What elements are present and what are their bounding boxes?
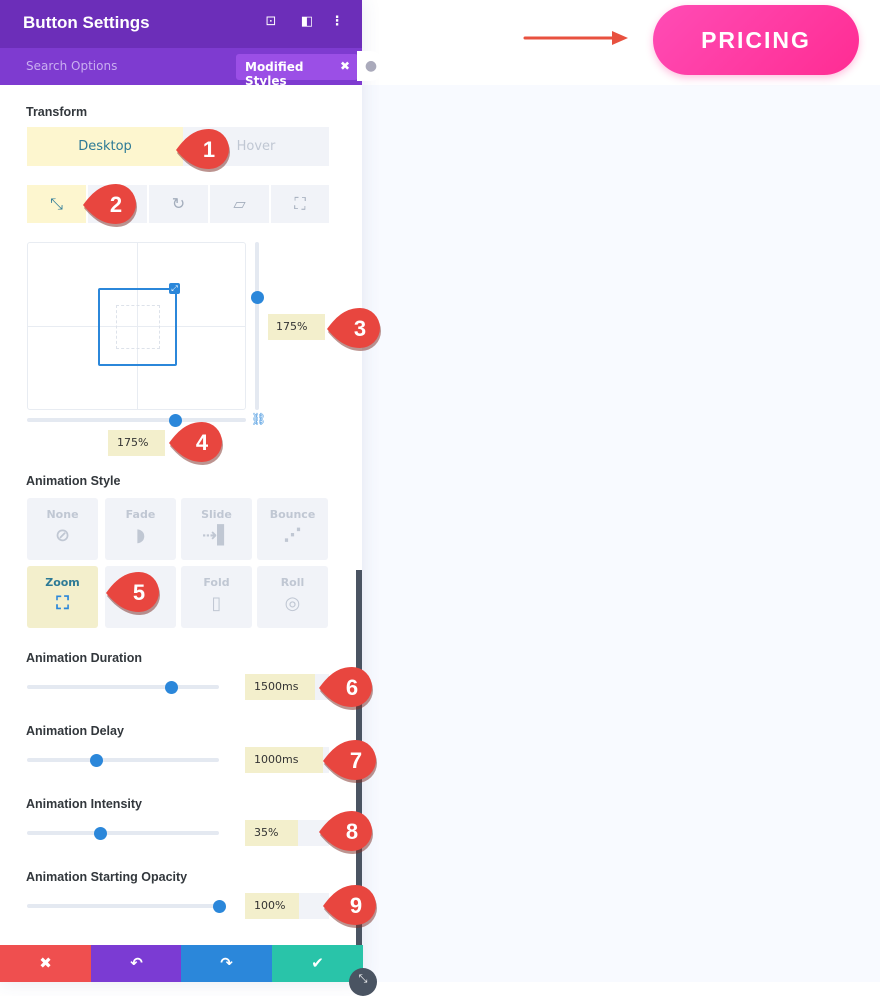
cancel-button[interactable]: ✖ <box>0 945 91 982</box>
slider-knob[interactable] <box>90 754 104 767</box>
rotate-icon[interactable]: ↻ <box>149 185 208 223</box>
slider-knob[interactable] <box>213 900 226 913</box>
roll-icon: ◎ <box>284 593 301 614</box>
animation-option-label: Roll <box>280 576 305 589</box>
origin-icon[interactable]: ⛶ <box>271 185 329 223</box>
step-marker: 8 <box>319 811 373 854</box>
svg-text:1: 1 <box>203 137 215 162</box>
svg-text:6: 6 <box>346 675 358 700</box>
pricing-button[interactable]: PRICING <box>653 5 859 75</box>
page-canvas <box>362 85 880 982</box>
link-icon[interactable]: ⛓ <box>251 412 266 426</box>
focus-icon[interactable]: ⊡ <box>262 14 280 32</box>
scale-y-slider[interactable] <box>255 242 259 410</box>
animation-option[interactable]: Fade ◗ <box>105 498 176 560</box>
animation-option[interactable]: Zoom ⛶ <box>27 566 98 628</box>
setting-slider[interactable] <box>27 685 219 689</box>
setting-input[interactable]: 1500ms <box>245 674 329 700</box>
panel-title: Button Settings <box>23 13 150 32</box>
scale-x-input[interactable]: 175% <box>108 430 165 456</box>
animation-option[interactable]: Slide ⇢▌ <box>181 498 252 560</box>
none-icon: ⊘ <box>54 525 71 546</box>
sidebar-layout-icon[interactable]: ◧ <box>298 14 316 32</box>
setting-value: 1500ms <box>245 674 315 700</box>
step-marker: 3 <box>327 308 381 351</box>
fold-icon: ▯ <box>211 593 222 614</box>
setting-value: 100% <box>245 893 299 919</box>
animation-option[interactable]: Fold ▯ <box>181 566 252 628</box>
panel-header: Button Settings ⊡ ◧ ⋮ <box>0 0 362 48</box>
svg-text:2: 2 <box>110 192 122 217</box>
animation-option[interactable]: None ⊘ <box>27 498 98 560</box>
modified-styles-filter[interactable]: Modified Styles ✖ <box>236 54 358 88</box>
setting-label: Animation Duration <box>26 651 142 665</box>
scale-y-input[interactable]: 175% <box>268 314 325 340</box>
step-marker: 6 <box>319 667 373 710</box>
arrow-icon <box>523 31 628 45</box>
setting-input[interactable]: 1000ms <box>245 747 329 773</box>
fade-icon: ◗ <box>135 525 146 546</box>
setting-input[interactable]: 35% <box>245 820 329 846</box>
bounce-icon: ⋰ <box>283 525 302 546</box>
globe-icon[interactable]: ● <box>357 51 385 81</box>
resize-icon[interactable]: ⤡ <box>349 968 377 996</box>
animation-style-label: Animation Style <box>26 474 121 488</box>
slide-icon: ⇢▌ <box>202 525 231 546</box>
animation-option-label: Fold <box>203 576 230 589</box>
setting-value: 35% <box>245 820 298 846</box>
step-marker: 9 <box>323 885 377 928</box>
setting-slider[interactable] <box>27 904 219 908</box>
tab-desktop[interactable]: Desktop <box>27 127 183 166</box>
scale-preview: ⤢ <box>27 242 246 410</box>
setting-slider[interactable] <box>27 831 219 835</box>
more-vertical-icon[interactable]: ⋮ <box>328 14 346 32</box>
setting-value: 1000ms <box>245 747 323 773</box>
close-icon[interactable]: ✖ <box>340 59 350 73</box>
animation-option-label: Slide <box>201 508 232 521</box>
animation-option-label: None <box>46 508 79 521</box>
animation-option-label: Zoom <box>45 576 80 589</box>
skew-icon[interactable]: ▱ <box>210 185 269 223</box>
search-input[interactable]: Search Options <box>26 59 117 73</box>
animation-option[interactable]: Bounce ⋰ <box>257 498 328 560</box>
setting-label: Animation Intensity <box>26 797 142 811</box>
svg-text:9: 9 <box>350 893 362 918</box>
setting-input[interactable]: 100% <box>245 893 329 919</box>
svg-text:5: 5 <box>133 580 145 605</box>
slider-knob[interactable] <box>164 681 178 694</box>
step-marker: 7 <box>323 740 377 783</box>
transform-label: Transform <box>26 105 88 119</box>
expand-icon[interactable]: ⤢ <box>169 283 180 294</box>
step-marker: 2 <box>83 184 137 227</box>
animation-option-label: Bounce <box>269 508 316 521</box>
animation-option-label: Fade <box>125 508 156 521</box>
scaled-box[interactable] <box>98 288 177 366</box>
setting-slider[interactable] <box>27 758 219 762</box>
zoom-icon: ⛶ <box>56 593 69 614</box>
step-marker: 5 <box>106 572 160 615</box>
svg-text:7: 7 <box>350 748 362 773</box>
setting-label: Animation Delay <box>26 724 124 738</box>
svg-text:8: 8 <box>346 819 358 844</box>
setting-label: Animation Starting Opacity <box>26 870 188 884</box>
animation-option[interactable]: Roll ◎ <box>257 566 328 628</box>
step-marker: 1 <box>176 129 230 172</box>
step-marker: 4 <box>169 422 223 465</box>
redo-button[interactable]: ↷ <box>181 945 272 982</box>
scale-y-knob[interactable] <box>251 291 264 304</box>
scale-icon[interactable]: ⤡ <box>27 185 86 223</box>
svg-text:4: 4 <box>196 430 209 455</box>
svg-text:3: 3 <box>354 316 366 341</box>
slider-knob[interactable] <box>93 827 107 840</box>
undo-button[interactable]: ↶ <box>91 945 182 982</box>
